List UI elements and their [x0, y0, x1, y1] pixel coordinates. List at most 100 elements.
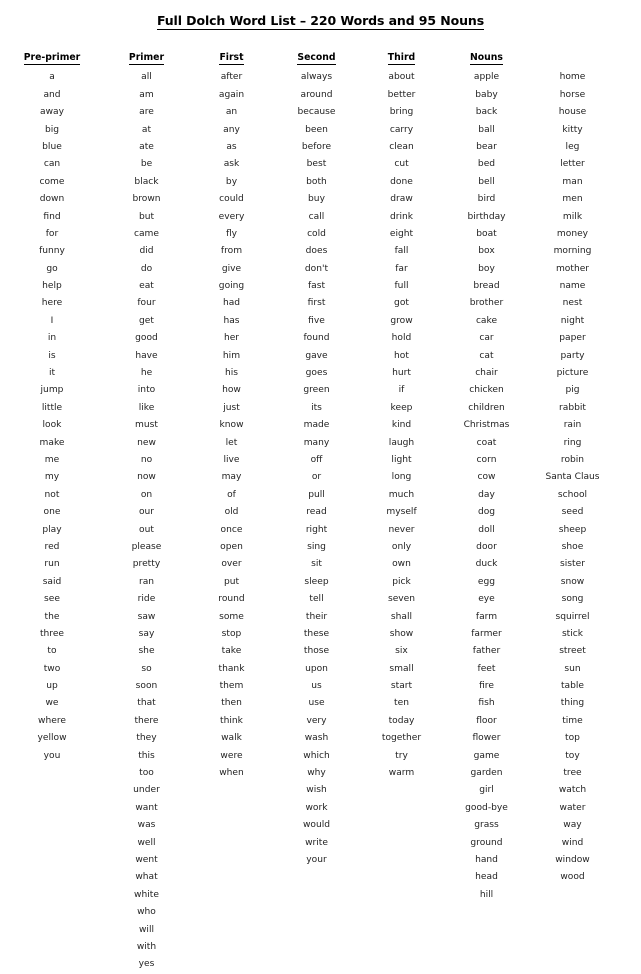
word-item: watch — [558, 785, 587, 796]
word-item: song — [561, 594, 584, 605]
word-item: cake — [475, 315, 498, 326]
word-item: fly — [225, 228, 238, 239]
word-item: kitty — [562, 124, 583, 135]
word-item: no — [140, 454, 153, 465]
word-item: together — [381, 733, 422, 744]
word-item: clean — [389, 141, 414, 152]
word-item: rain — [563, 420, 582, 431]
word-item: cat — [479, 350, 494, 361]
word-item: only — [391, 541, 412, 552]
word-item: long — [391, 472, 412, 483]
word-item: squirrel — [555, 611, 590, 622]
word-item: once — [220, 524, 243, 535]
word-item: play — [42, 524, 62, 535]
word-item: will — [138, 924, 155, 935]
word-item: after — [220, 72, 243, 83]
word-item: little — [41, 402, 63, 413]
word-item: buy — [308, 194, 325, 205]
word-item: with — [136, 941, 157, 952]
word-item: round — [218, 594, 245, 605]
word-item: go — [46, 263, 58, 274]
word-item: big — [44, 124, 60, 135]
word-item: farmer — [471, 628, 502, 639]
word-item: green — [303, 385, 330, 396]
page-title: Full Dolch Word List – 220 Words and 95 … — [0, 13, 641, 30]
column-header-second: Second — [297, 52, 336, 65]
word-item: going — [218, 281, 245, 292]
word-item: fire — [479, 681, 494, 692]
word-item: done — [390, 176, 413, 187]
word-item: morning — [553, 246, 592, 257]
word-item: bell — [478, 176, 495, 187]
column-header-pre-primer: Pre-primer — [23, 52, 81, 65]
word-item: rabbit — [559, 402, 586, 413]
word-item: much — [388, 489, 415, 500]
word-item: flower — [472, 733, 501, 744]
word-item: does — [305, 246, 328, 257]
word-item: had — [222, 298, 241, 309]
word-item: you — [43, 750, 61, 761]
word-item: ask — [223, 159, 240, 170]
word-item: eye — [478, 594, 495, 605]
word-item: give — [221, 263, 242, 274]
word-item: help — [42, 281, 62, 292]
word-item: around — [300, 89, 333, 100]
word-item: brown — [132, 194, 161, 205]
word-item: our — [138, 507, 155, 518]
word-item: pull — [308, 489, 325, 500]
word-item: top — [565, 733, 580, 744]
word-item: old — [224, 507, 239, 518]
word-item: water — [559, 802, 586, 813]
word-item: ran — [138, 576, 155, 587]
word-item: up — [46, 681, 58, 692]
column-header-nouns: Nouns — [470, 52, 503, 65]
word-item: these — [303, 628, 330, 639]
word-item: not — [44, 489, 60, 500]
word-item: at — [141, 124, 152, 135]
word-item: came — [133, 228, 160, 239]
word-item: ball — [478, 124, 495, 135]
word-item: sleep — [304, 576, 329, 587]
word-item: fall — [394, 246, 409, 257]
word-item: them — [219, 681, 244, 692]
word-item: soon — [135, 681, 158, 692]
word-item: today — [388, 715, 415, 726]
word-item: or — [311, 472, 322, 483]
word-item: far — [395, 263, 408, 274]
word-item: open — [220, 541, 243, 552]
word-item: live — [223, 454, 240, 465]
word-item: own — [392, 559, 411, 570]
word-item: be — [140, 159, 153, 170]
word-item: new — [137, 437, 156, 448]
word-item: fast — [307, 281, 326, 292]
word-item: boy — [478, 263, 495, 274]
word-item: draw — [390, 194, 413, 205]
word-item: how — [222, 385, 241, 396]
word-item: want — [135, 802, 158, 813]
word-item: cold — [307, 228, 326, 239]
word-item: by — [225, 176, 238, 187]
word-item: well — [137, 837, 156, 848]
word-item: very — [306, 715, 327, 726]
word-item: are — [139, 107, 154, 118]
word-item: milk — [562, 211, 583, 222]
word-item: that — [137, 698, 156, 709]
word-item: because — [297, 107, 336, 118]
word-item: what — [135, 872, 158, 883]
word-item: day — [478, 489, 495, 500]
word-item: about — [388, 72, 415, 83]
word-item: this — [138, 750, 155, 761]
word-item: those — [303, 646, 330, 657]
word-item: bread — [473, 281, 500, 292]
word-item: wind — [561, 837, 584, 848]
word-column-nouns: Nouns apple baby back ball bear bed bell… — [444, 52, 529, 974]
word-item: garden — [470, 768, 503, 779]
word-item: window — [555, 854, 590, 865]
word-item: again — [218, 89, 245, 100]
word-item: eight — [389, 228, 414, 239]
word-item: full — [394, 281, 409, 292]
word-item: his — [224, 368, 239, 379]
word-item: car — [479, 333, 494, 344]
word-item: walk — [221, 733, 242, 744]
word-item: men — [562, 194, 583, 205]
